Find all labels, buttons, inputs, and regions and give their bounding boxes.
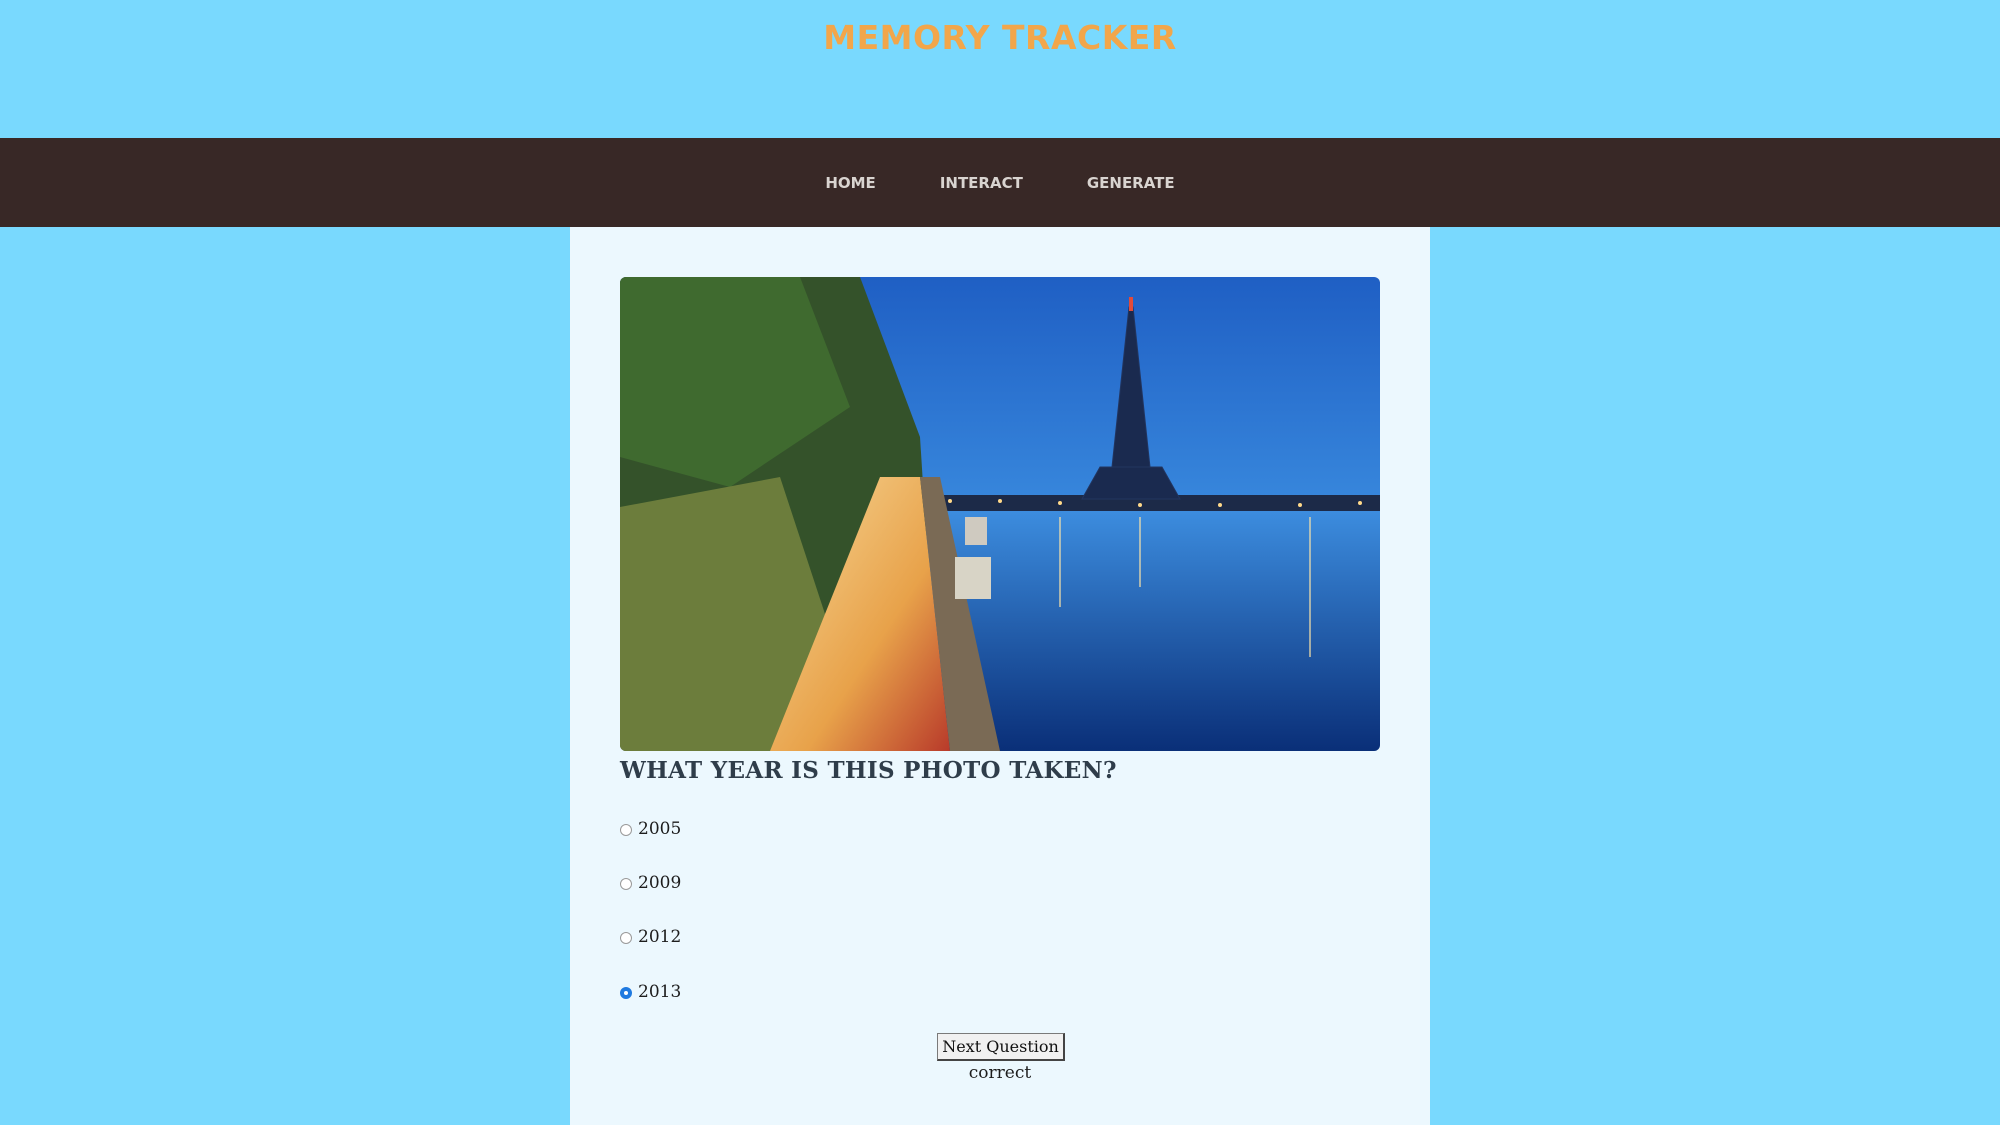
quiz-panel: WHAT YEAR IS THIS PHOTO TAKEN? 2005 2009… bbox=[570, 227, 1430, 1125]
option-label: 2005 bbox=[638, 819, 682, 839]
site-title: MEMORY TRACKER bbox=[823, 18, 1177, 57]
nav-item-home[interactable]: HOME bbox=[825, 174, 875, 192]
eiffel-photo-image bbox=[620, 277, 1380, 751]
answer-option-2005[interactable]: 2005 bbox=[620, 819, 681, 839]
option-label: 2012 bbox=[638, 927, 682, 947]
site-header: MEMORY TRACKER bbox=[0, 0, 2000, 138]
answer-result-text: correct bbox=[968, 1063, 1032, 1083]
nav-item-interact[interactable]: INTERACT bbox=[940, 174, 1023, 192]
radio-button[interactable] bbox=[620, 932, 632, 944]
main-navbar: HOME INTERACT GENERATE bbox=[0, 138, 2000, 227]
nav-item-generate[interactable]: GENERATE bbox=[1087, 174, 1175, 192]
radio-button-selected[interactable] bbox=[620, 987, 632, 999]
option-label: 2009 bbox=[638, 873, 682, 893]
quiz-photo bbox=[620, 277, 1380, 751]
next-question-button[interactable]: Next Question bbox=[937, 1033, 1065, 1061]
radio-button[interactable] bbox=[620, 824, 632, 836]
question-text: WHAT YEAR IS THIS PHOTO TAKEN? bbox=[620, 757, 1117, 784]
answer-option-2013[interactable]: 2013 bbox=[620, 982, 681, 1002]
option-label: 2013 bbox=[638, 982, 682, 1002]
answer-option-2009[interactable]: 2009 bbox=[620, 873, 681, 893]
answer-option-2012[interactable]: 2012 bbox=[620, 927, 681, 947]
radio-button[interactable] bbox=[620, 878, 632, 890]
